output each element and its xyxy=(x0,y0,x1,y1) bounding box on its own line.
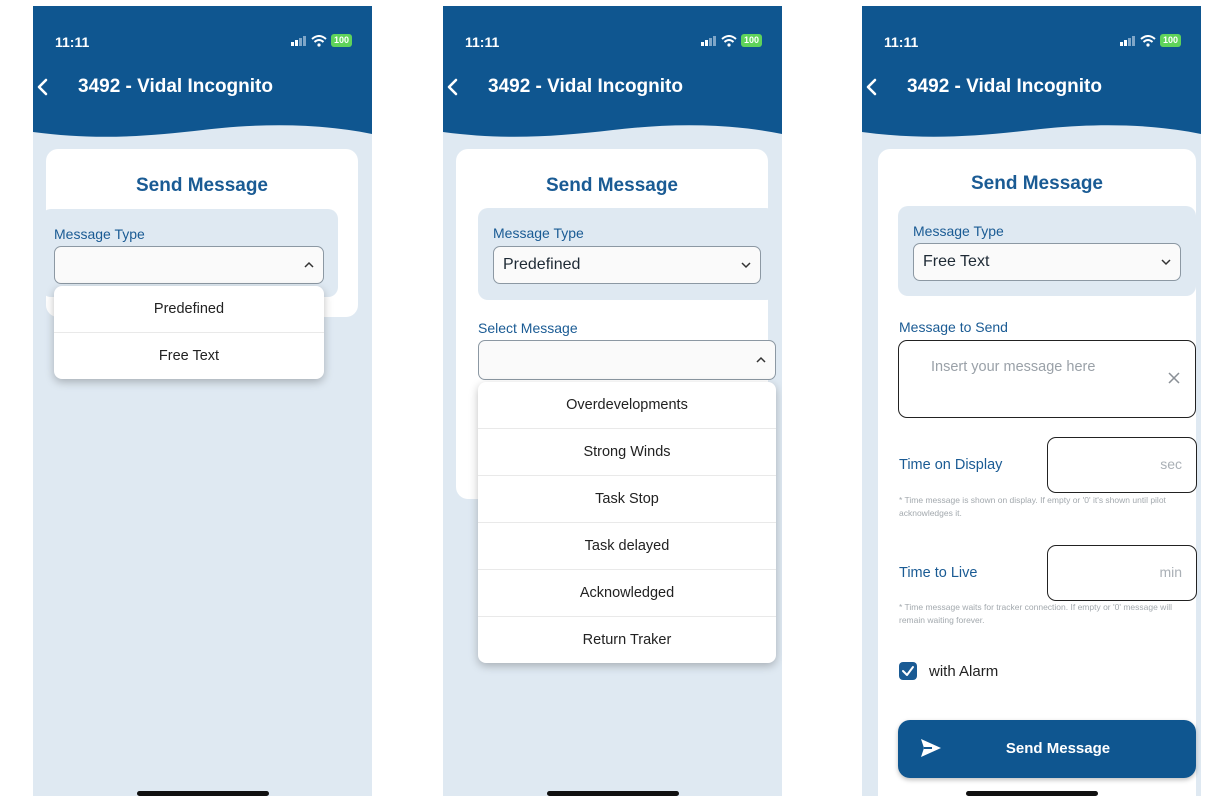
message-type-select[interactable]: Predefined xyxy=(493,246,761,284)
message-type-select[interactable] xyxy=(54,246,324,284)
chevron-up-icon xyxy=(756,356,766,363)
status-time: 11:11 xyxy=(465,34,500,50)
message-type-label: Message Type xyxy=(493,225,584,241)
option-task-stop[interactable]: Task Stop xyxy=(478,475,776,522)
message-type-value: Free Text xyxy=(923,253,990,270)
message-type-label: Message Type xyxy=(54,226,145,242)
status-time: 11:11 xyxy=(55,34,90,50)
phone-screen-predefined: 11:11 100 3492 - Vidal Incognito Send Me… xyxy=(443,6,782,796)
back-button[interactable] xyxy=(33,72,58,102)
time-on-display-help: * Time message is shown on display. If e… xyxy=(899,495,1166,518)
time-to-live-label: Time to Live xyxy=(899,565,978,581)
status-icons: 100 xyxy=(700,34,762,47)
back-button[interactable] xyxy=(443,72,468,102)
phone-screen-message-type-open: 11:11 100 3492 - Vidal Incognito Send Me… xyxy=(33,6,372,796)
option-task-delayed[interactable]: Task delayed xyxy=(478,522,776,569)
alarm-checkbox[interactable] xyxy=(899,662,917,680)
home-indicator xyxy=(546,791,679,796)
card-title: Send Message xyxy=(971,173,1103,194)
time-to-live-help: * Time message waits for tracker connect… xyxy=(899,602,1172,625)
battery-indicator: 100 xyxy=(1159,34,1181,47)
send-message-button[interactable]: Send Message xyxy=(898,720,1196,778)
message-to-send-label: Message to Send xyxy=(899,319,1008,335)
card-title: Send Message xyxy=(546,175,678,196)
message-type-value: Predefined xyxy=(503,256,581,273)
time-on-display-label: Time on Display xyxy=(899,457,1003,473)
chevron-up-icon xyxy=(304,261,314,268)
option-overdevelopments[interactable]: Overdevelopments xyxy=(478,382,776,428)
select-message-label: Select Message xyxy=(478,320,578,336)
status-time: 11:11 xyxy=(884,34,919,50)
cellular-signal-icon xyxy=(290,35,306,46)
checkmark-icon xyxy=(902,666,914,676)
battery-indicator: 100 xyxy=(330,34,352,47)
card-title: Send Message xyxy=(136,175,268,196)
wifi-icon xyxy=(1140,34,1156,47)
option-predefined[interactable]: Predefined xyxy=(54,286,324,332)
select-message-select[interactable] xyxy=(478,340,776,380)
chevron-down-icon xyxy=(1161,259,1171,266)
chevron-left-icon xyxy=(447,78,458,96)
home-indicator xyxy=(136,791,269,796)
message-textarea[interactable]: Insert your message here xyxy=(898,340,1196,418)
cellular-signal-icon xyxy=(700,35,716,46)
chevron-down-icon xyxy=(741,262,751,269)
home-indicator xyxy=(965,791,1098,796)
time-on-display-input[interactable]: sec xyxy=(1047,437,1197,493)
time-on-display-unit: sec xyxy=(1160,456,1182,472)
wifi-icon xyxy=(311,34,327,47)
time-to-live-input[interactable]: min xyxy=(1047,545,1197,601)
option-strong-winds[interactable]: Strong Winds xyxy=(478,428,776,475)
select-message-dropdown: Overdevelopments Strong Winds Task Stop … xyxy=(478,382,776,663)
phone-screen-free-text: 11:11 100 3492 - Vidal Incognito Send Me… xyxy=(862,6,1201,796)
send-message-label: Send Message xyxy=(1005,740,1111,757)
time-to-live-unit: min xyxy=(1159,564,1182,580)
wifi-icon xyxy=(721,34,737,47)
option-acknowledged[interactable]: Acknowledged xyxy=(478,569,776,616)
message-type-select[interactable]: Free Text xyxy=(913,243,1181,281)
clear-icon[interactable] xyxy=(1167,371,1181,385)
option-return-traker[interactable]: Return Traker xyxy=(478,616,776,663)
alarm-label: with Alarm xyxy=(929,663,999,680)
battery-indicator: 100 xyxy=(740,34,762,47)
message-type-label: Message Type xyxy=(913,223,1004,239)
message-type-dropdown: Predefined Free Text xyxy=(54,286,324,379)
status-icons: 100 xyxy=(1119,34,1181,47)
back-button[interactable] xyxy=(862,72,887,102)
message-placeholder: Insert your message here xyxy=(931,359,1096,375)
chevron-left-icon xyxy=(866,78,877,96)
status-icons: 100 xyxy=(290,34,352,47)
page-title: 3492 - Vidal Incognito xyxy=(488,76,683,97)
chevron-left-icon xyxy=(37,78,48,96)
page-title: 3492 - Vidal Incognito xyxy=(78,76,273,97)
option-free-text[interactable]: Free Text xyxy=(54,332,324,379)
page-title: 3492 - Vidal Incognito xyxy=(907,76,1102,97)
cellular-signal-icon xyxy=(1119,35,1135,46)
